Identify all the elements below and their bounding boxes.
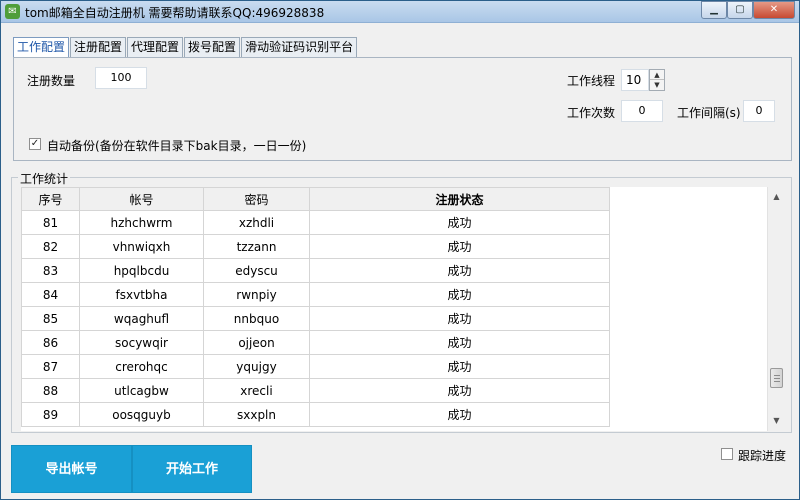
cell-status: 成功 <box>309 378 610 403</box>
track-progress-label: 跟踪进度 <box>738 449 787 463</box>
table-row[interactable]: 82 vhnwiqxh tzzann 成功 <box>21 234 610 259</box>
cell-account: oosqguyb <box>79 402 204 427</box>
table-header-row: 序号 帐号 密码 注册状态 <box>21 187 610 211</box>
cell-account: socywqir <box>79 330 204 355</box>
track-progress-checkbox[interactable] <box>721 448 733 460</box>
start-work-button[interactable]: 开始工作 <box>132 445 252 493</box>
scroll-down-icon[interactable]: ▼ <box>768 413 785 429</box>
cell-status: 成功 <box>309 402 610 427</box>
cell-account: hpqlbcdu <box>79 258 204 283</box>
cell-account: utlcagbw <box>79 378 204 403</box>
col-header-index[interactable]: 序号 <box>21 187 80 211</box>
table-row[interactable]: 86 socywqir ojjeon 成功 <box>21 330 610 355</box>
cell-account: fsxvtbha <box>79 282 204 307</box>
cell-account: wqaghufl <box>79 306 204 331</box>
export-accounts-button[interactable]: 导出帐号 <box>11 445 132 493</box>
register-count-label: 注册数量 <box>27 74 76 88</box>
stats-group-title: 工作统计 <box>18 170 71 187</box>
cell-index: 86 <box>21 330 80 355</box>
threads-input[interactable]: 10 <box>621 69 649 91</box>
cell-index: 84 <box>21 282 80 307</box>
cell-password: xrecli <box>203 378 310 403</box>
table-row[interactable]: 81 hzhchwrm xzhdli 成功 <box>21 210 610 235</box>
threads-label: 工作线程 <box>567 74 616 88</box>
work-times-input[interactable]: 0 <box>621 100 663 122</box>
app-window: ✉ tom邮箱全自动注册机 需要帮助请联系QQ:496928838 ▁ ▢ ✕ … <box>0 0 800 500</box>
cell-index: 88 <box>21 378 80 403</box>
cell-index: 89 <box>21 402 80 427</box>
window-title: tom邮箱全自动注册机 需要帮助请联系QQ:496928838 <box>25 6 325 20</box>
table-scrollbar[interactable]: ▲ ▼ <box>767 187 784 431</box>
scroll-thumb[interactable] <box>770 368 783 388</box>
cell-password: tzzann <box>203 234 310 259</box>
cell-status: 成功 <box>309 258 610 283</box>
work-times-label: 工作次数 <box>567 106 616 120</box>
table-row[interactable]: 84 fsxvtbha rwnpiy 成功 <box>21 282 610 307</box>
cell-password: rwnpiy <box>203 282 310 307</box>
work-interval-input[interactable]: 0 <box>743 100 775 122</box>
table-row[interactable]: 89 oosqguyb sxxpln 成功 <box>21 402 610 427</box>
auto-backup-label: 自动备份(备份在软件目录下bak目录，一日一份) <box>47 139 307 153</box>
cell-status: 成功 <box>309 282 610 307</box>
cell-index: 85 <box>21 306 80 331</box>
cell-index: 87 <box>21 354 80 379</box>
tab-work-config[interactable]: 工作配置 <box>13 37 70 58</box>
config-tabs: 工作配置 注册配置 代理配置 拨号配置 滑动验证码识别平台 <box>13 37 358 58</box>
cell-password: ojjeon <box>203 330 310 355</box>
table-row[interactable]: 87 crerohqc yqujgy 成功 <box>21 354 610 379</box>
register-count-input[interactable]: 100 <box>95 67 147 89</box>
cell-index: 81 <box>21 210 80 235</box>
title-bar: ✉ tom邮箱全自动注册机 需要帮助请联系QQ:496928838 ▁ ▢ ✕ <box>1 1 799 23</box>
tab-register-config[interactable]: 注册配置 <box>70 37 127 57</box>
tab-dialup-config[interactable]: 拨号配置 <box>184 37 241 57</box>
cell-password: edyscu <box>203 258 310 283</box>
cell-account: crerohqc <box>79 354 204 379</box>
cell-status: 成功 <box>309 234 610 259</box>
cell-password: sxxpln <box>203 402 310 427</box>
cell-status: 成功 <box>309 306 610 331</box>
cell-password: xzhdli <box>203 210 310 235</box>
cell-password: yqujgy <box>203 354 310 379</box>
window-controls: ▁ ▢ ✕ <box>701 1 795 20</box>
accounts-table: 序号 帐号 密码 注册状态 81 hzhchwrm xzhdli 成功 82 v… <box>21 187 610 427</box>
cell-status: 成功 <box>309 210 610 235</box>
col-header-account[interactable]: 帐号 <box>79 187 204 211</box>
app-icon: ✉ <box>5 4 20 19</box>
table-row[interactable]: 88 utlcagbw xrecli 成功 <box>21 378 610 403</box>
auto-backup-checkbox[interactable]: ✓ <box>29 138 41 150</box>
spin-down-icon[interactable]: ▼ <box>650 80 664 90</box>
scroll-up-icon[interactable]: ▲ <box>768 189 785 205</box>
cell-password: nnbquo <box>203 306 310 331</box>
tab-proxy-config[interactable]: 代理配置 <box>127 37 184 57</box>
table-row[interactable]: 85 wqaghufl nnbquo 成功 <box>21 306 610 331</box>
cell-index: 83 <box>21 258 80 283</box>
col-header-password[interactable]: 密码 <box>203 187 310 211</box>
cell-index: 82 <box>21 234 80 259</box>
minimize-icon[interactable]: ▁ <box>701 1 727 19</box>
cell-account: hzhchwrm <box>79 210 204 235</box>
maximize-icon[interactable]: ▢ <box>727 1 753 19</box>
spin-up-icon[interactable]: ▲ <box>650 70 664 80</box>
col-header-status[interactable]: 注册状态 <box>309 187 610 211</box>
cell-status: 成功 <box>309 354 610 379</box>
cell-account: vhnwiqxh <box>79 234 204 259</box>
cell-status: 成功 <box>309 330 610 355</box>
table-row[interactable]: 83 hpqlbcdu edyscu 成功 <box>21 258 610 283</box>
work-interval-label: 工作间隔(s) <box>677 106 741 120</box>
threads-spinner[interactable]: ▲ ▼ <box>649 69 665 91</box>
tab-captcha-platform[interactable]: 滑动验证码识别平台 <box>241 37 358 57</box>
close-icon[interactable]: ✕ <box>753 1 795 19</box>
